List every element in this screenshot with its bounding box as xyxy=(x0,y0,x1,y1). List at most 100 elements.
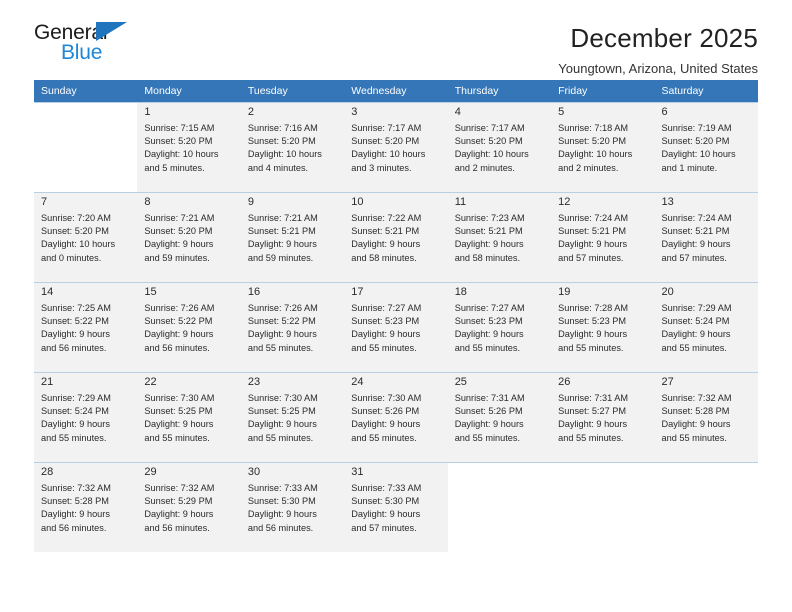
day-cell-inner: 15 Sunrise: 7:26 AM Sunset: 5:22 PM Dayligh… xyxy=(137,282,241,372)
day-cell-inner: 9 Sunrise: 7:21 AM Sunset: 5:21 PM Daylight… xyxy=(240,192,345,282)
daylight-text-line2: and 4 minutes. xyxy=(247,162,309,173)
daylight-text-line2: and 0 minutes. xyxy=(41,252,102,263)
daylight-text-line2: and 55 minutes. xyxy=(454,342,521,353)
calendar-day-cell[interactable]: 11 Sunrise: 7:23 AM Sunset: 5:21 PM Dayligh… xyxy=(447,192,552,282)
daylight-text-line1: Daylight: 9 hours xyxy=(144,239,214,250)
daylight-text-line2: and 2 minutes. xyxy=(454,162,515,173)
sunrise-text: Sunrise: 7:17 AM xyxy=(351,123,422,133)
day-sun-info: Sunrise: 7:26 AM Sunset: 5:22 PM Daylight:… xyxy=(248,302,337,355)
sunrise-text: Sunrise: 7:31 AM xyxy=(454,393,525,403)
calendar-week-row: 7 Sunrise: 7:20 AM Sunset: 5:20 PM Daylight… xyxy=(34,192,758,282)
daylight-text-line1: Daylight: 9 hours xyxy=(41,329,110,340)
sunrise-text: Sunrise: 7:27 AM xyxy=(351,303,422,313)
calendar-week-row: 21 Sunrise: 7:29 AM Sunset: 5:24 PM Dayligh… xyxy=(34,372,758,462)
daylight-text-line2: and 59 minutes. xyxy=(247,252,314,263)
calendar-day-cell[interactable]: 25 Sunrise: 7:31 AM Sunset: 5:26 PM Dayligh… xyxy=(447,372,552,462)
day-number: 14 xyxy=(41,286,54,298)
daylight-text-line1: Daylight: 9 hours xyxy=(661,419,731,430)
day-sun-info: Sunrise: 7:17 AM Sunset: 5:20 PM Daylight:… xyxy=(351,122,440,175)
daylight-text-line1: Daylight: 10 hours xyxy=(558,149,633,160)
daylight-text-line1: Daylight: 9 hours xyxy=(661,239,731,250)
day-cell-empty xyxy=(551,462,655,552)
day-number: 30 xyxy=(247,466,261,478)
daylight-text-line2: and 3 minutes. xyxy=(351,162,412,173)
calendar-day-cell[interactable]: 10 Sunrise: 7:22 AM Sunset: 5:21 PM Dayligh… xyxy=(344,192,448,282)
calendar-day-cell[interactable]: 26 Sunrise: 7:31 AM Sunset: 5:27 PM Dayligh… xyxy=(551,372,655,462)
calendar-day-cell[interactable]: 27 Sunrise: 7:32 AM Sunset: 5:28 PM Dayligh… xyxy=(654,372,758,462)
sunrise-text: Sunrise: 7:18 AM xyxy=(558,123,629,133)
sunset-text: Sunset: 5:21 PM xyxy=(558,226,627,237)
calendar-day-cell[interactable]: 9 Sunrise: 7:21 AM Sunset: 5:21 PM Daylight… xyxy=(240,192,345,282)
daylight-text-line2: and 55 minutes. xyxy=(661,432,727,443)
day-sun-info: Sunrise: 7:23 AM Sunset: 5:21 PM Daylight:… xyxy=(455,212,544,265)
calendar-day-cell[interactable]: 14 Sunrise: 7:25 AM Sunset: 5:22 PM Dayligh… xyxy=(34,282,138,372)
calendar-day-cell[interactable]: 4 Sunrise: 7:17 AM Sunset: 5:20 PM Daylight… xyxy=(447,102,552,192)
sunset-text: Sunset: 5:26 PM xyxy=(454,406,523,417)
sunrise-text: Sunrise: 7:24 AM xyxy=(661,213,732,223)
day-number: 11 xyxy=(454,196,467,208)
calendar-day-cell[interactable]: 23 Sunrise: 7:30 AM Sunset: 5:25 PM Dayligh… xyxy=(240,372,345,462)
day-sun-info: Sunrise: 7:32 AM Sunset: 5:28 PM Daylight:… xyxy=(41,482,130,535)
day-sun-info: Sunrise: 7:28 AM Sunset: 5:23 PM Daylight:… xyxy=(558,302,647,355)
calendar-day-cell[interactable]: 13 Sunrise: 7:24 AM Sunset: 5:21 PM Dayligh… xyxy=(654,192,758,282)
calendar-day-cell[interactable]: 29 Sunrise: 7:32 AM Sunset: 5:29 PM Dayligh… xyxy=(137,462,241,552)
daylight-text-line1: Daylight: 10 hours xyxy=(454,149,529,160)
day-sun-info: Sunrise: 7:29 AM Sunset: 5:24 PM Daylight:… xyxy=(662,302,751,355)
calendar-day-cell[interactable]: 18 Sunrise: 7:27 AM Sunset: 5:23 PM Dayligh… xyxy=(447,282,552,372)
daylight-text-line2: and 56 minutes. xyxy=(41,342,107,353)
day-sun-info: Sunrise: 7:25 AM Sunset: 5:22 PM Daylight:… xyxy=(41,302,130,355)
daylight-text-line2: and 55 minutes. xyxy=(144,432,210,443)
calendar-day-cell[interactable]: 12 Sunrise: 7:24 AM Sunset: 5:21 PM Dayligh… xyxy=(551,192,655,282)
sunrise-text: Sunrise: 7:29 AM xyxy=(661,303,732,313)
sunset-text: Sunset: 5:24 PM xyxy=(661,316,730,327)
day-cell-inner: 22 Sunrise: 7:30 AM Sunset: 5:25 PM Dayligh… xyxy=(137,372,241,462)
calendar-day-cell[interactable]: 2 Sunrise: 7:16 AM Sunset: 5:20 PM Daylight… xyxy=(240,102,345,192)
weekday-header-tuesday: Tuesday xyxy=(240,80,345,102)
calendar-day-cell[interactable]: 3 Sunrise: 7:17 AM Sunset: 5:20 PM Daylight… xyxy=(344,102,448,192)
title-block: December 2025 Youngtown, Arizona, United… xyxy=(558,22,758,76)
weekday-header-saturday: Saturday xyxy=(654,80,758,102)
daylight-text-line2: and 1 minute. xyxy=(661,162,718,173)
day-cell-inner: 14 Sunrise: 7:25 AM Sunset: 5:22 PM Dayligh… xyxy=(34,282,138,372)
day-cell-inner: 5 Sunrise: 7:18 AM Sunset: 5:20 PM Daylight… xyxy=(551,102,655,192)
weekday-header-friday: Friday xyxy=(551,80,655,102)
sunset-text: Sunset: 5:20 PM xyxy=(558,136,627,147)
calendar-day-cell[interactable]: 19 Sunrise: 7:28 AM Sunset: 5:23 PM Dayligh… xyxy=(551,282,655,372)
calendar-day-cell[interactable]: 24 Sunrise: 7:30 AM Sunset: 5:26 PM Dayligh… xyxy=(344,372,448,462)
daylight-text-line1: Daylight: 9 hours xyxy=(247,509,317,520)
day-cell-inner: 27 Sunrise: 7:32 AM Sunset: 5:28 PM Dayligh… xyxy=(654,372,758,462)
day-number: 1 xyxy=(144,106,151,118)
day-cell-inner: 10 Sunrise: 7:22 AM Sunset: 5:21 PM Dayligh… xyxy=(344,192,448,282)
sunrise-text: Sunrise: 7:15 AM xyxy=(144,123,215,133)
calendar-table: Sunday Monday Tuesday Wednesday Thursday… xyxy=(34,80,758,552)
day-number: 7 xyxy=(41,196,48,208)
day-cell-inner: 8 Sunrise: 7:21 AM Sunset: 5:20 PM Daylight… xyxy=(137,192,241,282)
daylight-text-line2: and 56 minutes. xyxy=(247,522,314,533)
sunrise-text: Sunrise: 7:30 AM xyxy=(247,393,318,403)
calendar-day-cell[interactable]: 22 Sunrise: 7:30 AM Sunset: 5:25 PM Dayligh… xyxy=(137,372,241,462)
calendar-day-cell[interactable]: 21 Sunrise: 7:29 AM Sunset: 5:24 PM Dayligh… xyxy=(34,372,138,462)
calendar-day-cell[interactable]: 5 Sunrise: 7:18 AM Sunset: 5:20 PM Daylight… xyxy=(551,102,655,192)
day-number: 28 xyxy=(41,466,54,478)
calendar-day-cell[interactable]: 8 Sunrise: 7:21 AM Sunset: 5:20 PM Daylight… xyxy=(137,192,241,282)
day-cell-inner: 23 Sunrise: 7:30 AM Sunset: 5:25 PM Dayligh… xyxy=(240,372,345,462)
day-sun-info: Sunrise: 7:31 AM Sunset: 5:26 PM Daylight:… xyxy=(455,392,544,445)
calendar-day-cell[interactable]: 7 Sunrise: 7:20 AM Sunset: 5:20 PM Daylight… xyxy=(34,192,138,282)
sunset-text: Sunset: 5:29 PM xyxy=(144,496,213,507)
day-sun-info: Sunrise: 7:33 AM Sunset: 5:30 PM Daylight:… xyxy=(248,482,337,535)
calendar-day-cell[interactable]: 31 Sunrise: 7:33 AM Sunset: 5:30 PM Dayligh… xyxy=(344,462,448,552)
calendar-day-cell[interactable]: 16 Sunrise: 7:26 AM Sunset: 5:22 PM Dayligh… xyxy=(240,282,345,372)
weekday-header-wednesday: Wednesday xyxy=(344,80,448,102)
calendar-day-cell[interactable]: 20 Sunrise: 7:29 AM Sunset: 5:24 PM Dayligh… xyxy=(654,282,758,372)
day-number: 22 xyxy=(144,376,157,388)
sunset-text: Sunset: 5:20 PM xyxy=(247,136,316,147)
calendar-day-cell[interactable]: 1 Sunrise: 7:15 AM Sunset: 5:20 PM Daylight… xyxy=(137,102,241,192)
calendar-day-cell[interactable]: 17 Sunrise: 7:27 AM Sunset: 5:23 PM Dayligh… xyxy=(344,282,448,372)
calendar-day-cell[interactable]: 6 Sunrise: 7:19 AM Sunset: 5:20 PM Daylight… xyxy=(654,102,758,192)
calendar-day-cell[interactable]: 15 Sunrise: 7:26 AM Sunset: 5:22 PM Dayligh… xyxy=(137,282,241,372)
sunrise-text: Sunrise: 7:32 AM xyxy=(41,483,111,493)
day-sun-info: Sunrise: 7:17 AM Sunset: 5:20 PM Daylight:… xyxy=(455,122,544,175)
calendar-day-cell[interactable]: 30 Sunrise: 7:33 AM Sunset: 5:30 PM Dayligh… xyxy=(240,462,345,552)
calendar-day-cell[interactable]: 28 Sunrise: 7:32 AM Sunset: 5:28 PM Dayligh… xyxy=(34,462,138,552)
day-number: 4 xyxy=(454,106,461,118)
